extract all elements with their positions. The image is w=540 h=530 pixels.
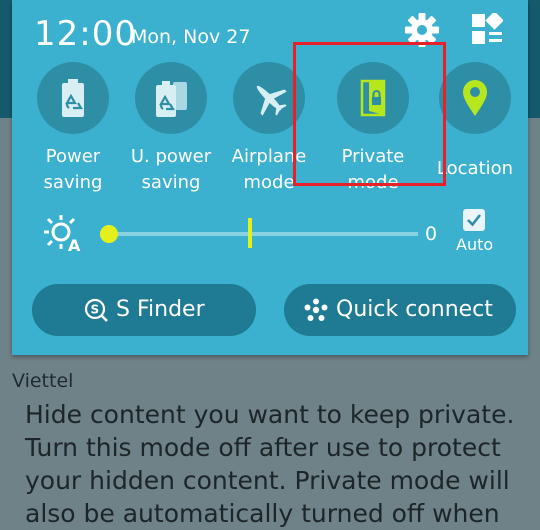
airplane-icon — [256, 85, 287, 116]
carrier-label: Viettel — [12, 370, 74, 392]
svg-text:A: A — [68, 236, 81, 252]
toggle-location-circle[interactable] — [439, 62, 511, 134]
clock: 12:00 — [34, 14, 137, 54]
brightness-value: 0 — [425, 223, 438, 245]
auto-brightness-icon: A — [44, 215, 81, 252]
toggle-ultra-power-saving[interactable]: U. power saving — [126, 62, 216, 193]
quick-connect-button[interactable]: Quick connect — [284, 284, 516, 336]
svg-text:S: S — [91, 303, 100, 317]
brightness-auto-marker — [248, 218, 252, 248]
s-finder-button[interactable]: S S Finder — [32, 284, 256, 336]
brightness-slider-track[interactable] — [100, 232, 418, 236]
private-mode-description: Hide content you want to keep private. T… — [25, 400, 515, 528]
notification-panel: 12:00 Mon, Nov 27 Power saving U. power … — [12, 0, 528, 355]
quick-connect-label: Quick connect — [336, 297, 493, 322]
double-battery-recycle-icon — [156, 81, 187, 117]
auto-brightness-label: Auto — [456, 235, 494, 254]
s-finder-label: S Finder — [116, 297, 205, 322]
toggle-power-saving[interactable]: Power saving — [28, 62, 118, 193]
toggle-label: U. power saving — [130, 146, 212, 193]
s-finder-icon: S — [84, 298, 108, 322]
quick-connect-icon — [304, 298, 328, 321]
date: Mon, Nov 27 — [131, 26, 251, 48]
toggle-power-saving-circle[interactable] — [37, 62, 109, 134]
location-pin-icon — [463, 80, 487, 116]
highlight-box — [293, 42, 446, 186]
edit-toggles-icon[interactable] — [471, 13, 503, 45]
toggle-ultra-power-saving-circle[interactable] — [135, 62, 207, 134]
brightness-slider-handle[interactable] — [100, 225, 118, 243]
battery-recycle-icon — [62, 79, 84, 117]
auto-brightness-checkbox[interactable] — [463, 209, 485, 231]
toggle-label: Power saving — [43, 146, 103, 193]
checkmark-icon — [467, 214, 482, 227]
